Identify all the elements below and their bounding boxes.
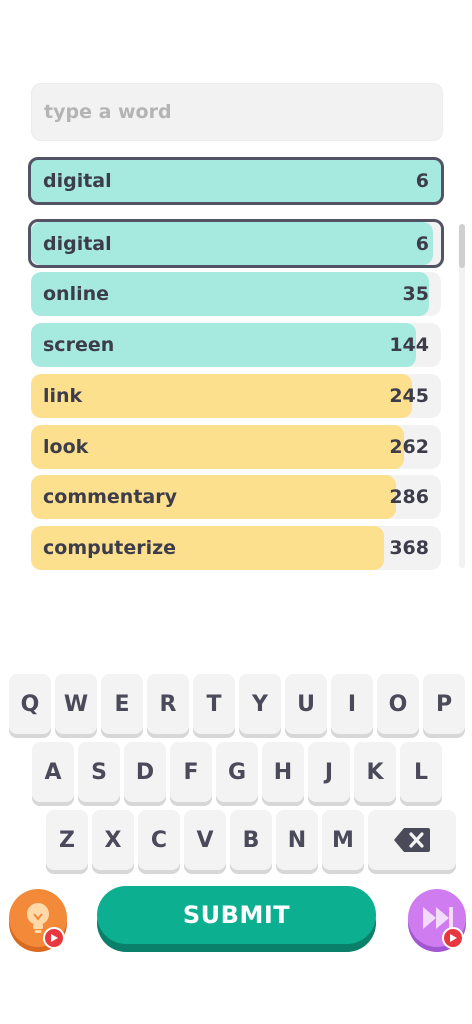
key-g[interactable]: G bbox=[216, 742, 258, 802]
guess-word: screen bbox=[43, 334, 115, 356]
play-icon bbox=[450, 934, 457, 942]
watch-ad-badge bbox=[43, 927, 65, 949]
guess-list[interactable]: digital 6 online 35 screen 144 link 245 look 262 c… bbox=[28, 219, 444, 575]
guess-word: look bbox=[43, 436, 89, 458]
current-guess-word: digital bbox=[43, 170, 112, 192]
key-q[interactable]: Q bbox=[9, 674, 51, 734]
scrollbar-thumb[interactable] bbox=[459, 224, 465, 268]
guess-word: commentary bbox=[43, 486, 177, 508]
guess-rank: 286 bbox=[389, 486, 429, 508]
submit-button[interactable]: SUBMIT bbox=[97, 886, 376, 944]
key-h[interactable]: H bbox=[262, 742, 304, 802]
guess-list-scrollbar[interactable] bbox=[459, 224, 465, 568]
guess-rank: 368 bbox=[389, 537, 429, 559]
key-v[interactable]: V bbox=[184, 810, 226, 870]
guess-rank: 262 bbox=[389, 436, 429, 458]
guess-row[interactable]: look 262 bbox=[31, 425, 441, 469]
guess-word: link bbox=[43, 385, 83, 407]
key-o[interactable]: O bbox=[377, 674, 419, 734]
guess-row[interactable]: link 245 bbox=[31, 374, 441, 418]
key-p[interactable]: P bbox=[423, 674, 465, 734]
skip-button[interactable] bbox=[408, 889, 466, 949]
guess-row[interactable]: digital 6 bbox=[28, 219, 444, 268]
key-t[interactable]: T bbox=[193, 674, 235, 734]
guess-row[interactable]: online 35 bbox=[31, 272, 441, 316]
guess-word: online bbox=[43, 283, 110, 305]
key-i[interactable]: I bbox=[331, 674, 373, 734]
watch-ad-badge bbox=[442, 927, 464, 949]
backspace-icon bbox=[394, 828, 430, 852]
key-s[interactable]: S bbox=[78, 742, 120, 802]
key-a[interactable]: A bbox=[32, 742, 74, 802]
current-guess-row: digital 6 bbox=[28, 157, 444, 205]
guess-word: computerize bbox=[43, 537, 177, 559]
word-input-container[interactable] bbox=[31, 83, 443, 141]
key-n[interactable]: N bbox=[276, 810, 318, 870]
key-y[interactable]: Y bbox=[239, 674, 281, 734]
backspace-key[interactable] bbox=[368, 810, 456, 870]
hint-button[interactable] bbox=[9, 889, 67, 949]
key-u[interactable]: U bbox=[285, 674, 327, 734]
key-e[interactable]: E bbox=[101, 674, 143, 734]
key-j[interactable]: J bbox=[308, 742, 350, 802]
guess-rank: 35 bbox=[402, 283, 429, 305]
guess-rank: 6 bbox=[415, 232, 429, 255]
guess-rank: 245 bbox=[389, 385, 429, 407]
guess-row[interactable]: commentary 286 bbox=[31, 475, 441, 519]
key-b[interactable]: B bbox=[230, 810, 272, 870]
key-c[interactable]: C bbox=[138, 810, 180, 870]
key-w[interactable]: W bbox=[55, 674, 97, 734]
word-input[interactable] bbox=[44, 101, 442, 123]
key-d[interactable]: D bbox=[124, 742, 166, 802]
guess-row[interactable]: computerize 368 bbox=[31, 526, 441, 570]
key-l[interactable]: L bbox=[400, 742, 442, 802]
key-f[interactable]: F bbox=[170, 742, 212, 802]
play-icon bbox=[51, 934, 58, 942]
guess-row[interactable]: screen 144 bbox=[31, 323, 441, 367]
key-m[interactable]: M bbox=[322, 810, 364, 870]
current-guess-rank: 6 bbox=[415, 170, 429, 192]
closeness-bar bbox=[31, 374, 413, 418]
key-z[interactable]: Z bbox=[46, 810, 88, 870]
key-r[interactable]: R bbox=[147, 674, 189, 734]
key-k[interactable]: K bbox=[354, 742, 396, 802]
guess-word: digital bbox=[43, 232, 112, 255]
guess-rank: 144 bbox=[389, 334, 429, 356]
key-x[interactable]: X bbox=[92, 810, 134, 870]
